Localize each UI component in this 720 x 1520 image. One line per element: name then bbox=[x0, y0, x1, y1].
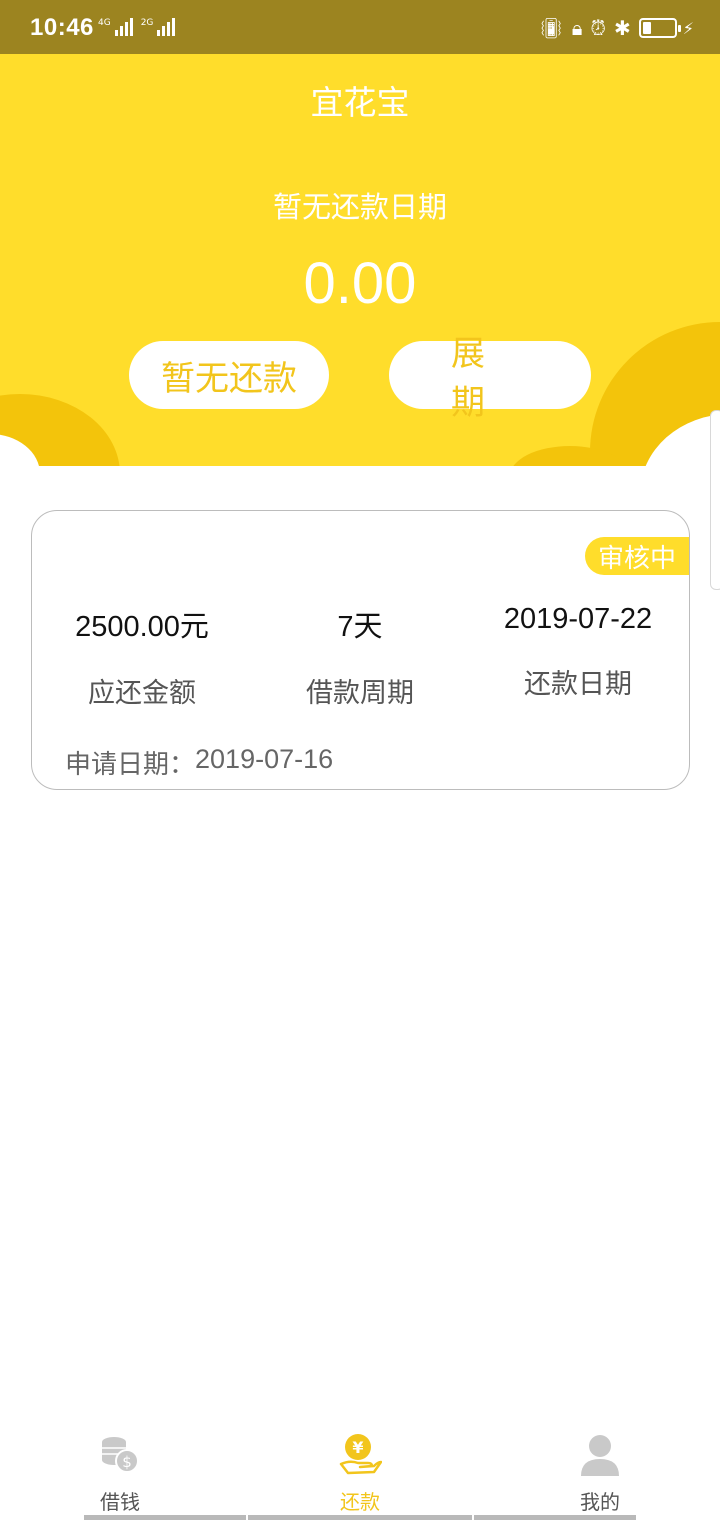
due-date-column: 2019-07-22 还款日期 bbox=[468, 603, 688, 701]
signal-icon bbox=[114, 18, 133, 36]
lock-rotation-icon: 🔒︎ bbox=[571, 16, 583, 40]
loan-record-card[interactable]: 审核中 2500.00元 应还金额 7天 借款周期 2019-07-22 还款日… bbox=[31, 510, 690, 790]
battery-icon bbox=[638, 18, 681, 38]
network-type-2: 2G bbox=[140, 18, 154, 28]
no-repayment-button[interactable]: 暂无还款 bbox=[129, 341, 329, 409]
bluetooth-icon: ✱ bbox=[614, 16, 631, 40]
tab-mine-label: 我的 bbox=[580, 1490, 620, 1514]
status-badge: 审核中 bbox=[585, 537, 689, 575]
tab-borrow-label: 借钱 bbox=[100, 1490, 140, 1514]
repayment-header: 宜花宝 暂无还款日期 0.00 暂无还款 展期 bbox=[0, 54, 720, 466]
repay-date-label: 暂无还款日期 bbox=[272, 190, 447, 224]
network-indicators: 4G 2G bbox=[98, 14, 176, 42]
bottom-nav: $ 借钱 ¥ 还款 我的 bbox=[0, 1420, 720, 1520]
status-time: 10:46 bbox=[30, 14, 94, 41]
tab-repay[interactable]: ¥ 还款 bbox=[240, 1420, 480, 1520]
tab-mine[interactable]: 我的 bbox=[480, 1420, 720, 1520]
due-date-label: 还款日期 bbox=[524, 669, 632, 700]
amount-value: 2500.00元 bbox=[75, 611, 209, 643]
charging-icon: ⚡︎ bbox=[682, 18, 694, 38]
user-icon bbox=[581, 1435, 619, 1476]
period-column: 7天 借款周期 bbox=[250, 603, 470, 710]
coins-icon: $ bbox=[102, 1437, 139, 1473]
floating-side-tab[interactable] bbox=[710, 410, 720, 590]
amount-label: 应还金额 bbox=[88, 678, 196, 709]
apply-date-label: 申请日期： bbox=[65, 750, 196, 780]
status-icons: 📳︎ 🔒︎ ⏰︎ ✱ ⚡︎ bbox=[538, 14, 694, 42]
due-date-value: 2019-07-22 bbox=[503, 603, 653, 635]
network-type-1: 4G bbox=[98, 18, 111, 28]
tab-borrow[interactable]: $ 借钱 bbox=[0, 1420, 240, 1520]
alarm-icon: ⏰︎ bbox=[590, 16, 606, 40]
nav-indicator-3 bbox=[474, 1515, 636, 1520]
tab-repay-label: 还款 bbox=[340, 1490, 380, 1514]
amount-column: 2500.00元 应还金额 bbox=[32, 603, 252, 710]
period-label: 借款周期 bbox=[306, 678, 414, 709]
nav-indicator-2 bbox=[248, 1515, 472, 1520]
apply-date-row: 申请日期： 2019-07-16 bbox=[65, 744, 333, 781]
vibrate-icon: 📳︎ bbox=[538, 16, 564, 40]
svg-text:¥: ¥ bbox=[352, 1438, 363, 1457]
apply-date-value: 2019-07-16 bbox=[195, 744, 334, 774]
page-title: 宜花宝 bbox=[310, 83, 410, 122]
nav-indicator-1 bbox=[84, 1515, 246, 1520]
signal-icon-2 bbox=[157, 18, 176, 36]
extend-button[interactable]: 展期 bbox=[389, 334, 591, 423]
period-value: 7天 bbox=[337, 611, 383, 643]
status-bar: 10:46 4G 2G 📳︎ 🔒︎ ⏰︎ ✱ ⚡︎ bbox=[0, 0, 720, 54]
repay-amount: 0.00 bbox=[303, 251, 417, 316]
svg-text:$: $ bbox=[122, 1453, 132, 1471]
yen-hand-icon: ¥ bbox=[339, 1434, 382, 1475]
